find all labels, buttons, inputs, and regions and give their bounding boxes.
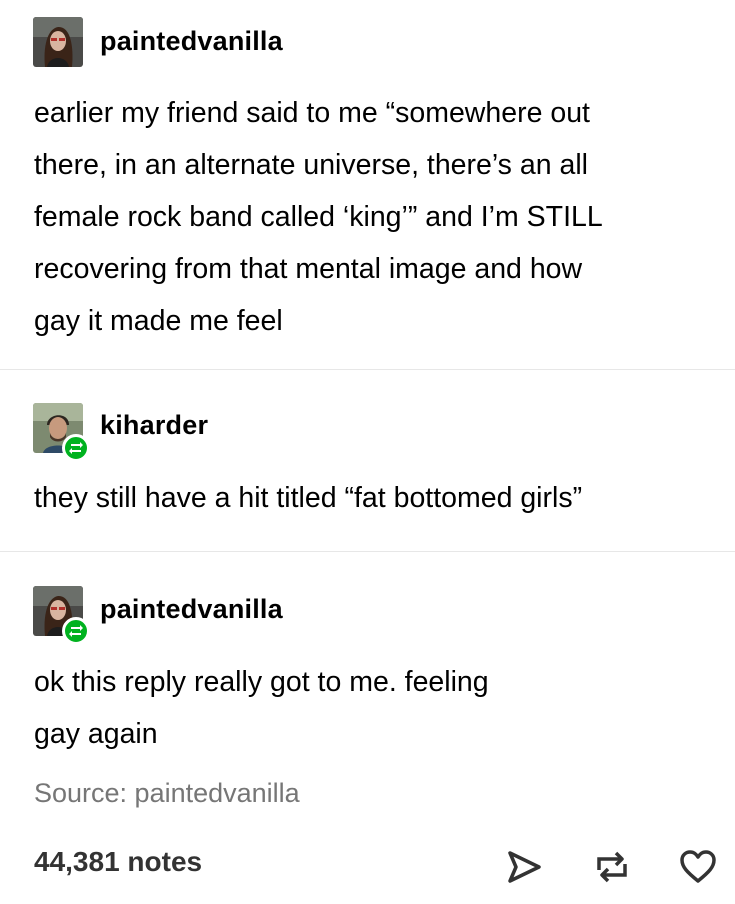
reblog-badge xyxy=(62,434,90,462)
post-text: ok this reply really got to me. feeling … xyxy=(34,656,724,760)
reblog-icon xyxy=(597,851,627,883)
avatar[interactable] xyxy=(33,17,83,67)
text-line: gay again xyxy=(34,718,158,750)
text-line: ok this reply really got to me. feeling xyxy=(34,666,489,698)
text-line: earlier my friend said to me “somewhere … xyxy=(34,97,590,129)
source-attribution[interactable]: Source: paintedvanilla xyxy=(34,778,300,809)
post-text: earlier my friend said to me “somewhere … xyxy=(34,87,724,347)
text-line: recovering from that mental image and ho… xyxy=(34,253,583,285)
post-text: they still have a hit titled “fat bottom… xyxy=(34,472,724,524)
text-line: gay it made me feel xyxy=(34,305,283,337)
reblog-icon xyxy=(69,625,83,637)
post-footer: 44,381 notes xyxy=(0,838,735,894)
reblog-icon xyxy=(69,442,83,454)
reblog-badge xyxy=(62,617,90,645)
post-username[interactable]: kiharder xyxy=(100,410,208,441)
divider xyxy=(0,551,735,552)
text-line: female rock band called ‘king’” and I’m … xyxy=(34,201,603,233)
post-username[interactable]: paintedvanilla xyxy=(100,594,283,625)
text-line: there, in an alternate universe, there’s… xyxy=(34,149,588,181)
avatar-image xyxy=(33,17,83,67)
share-icon xyxy=(508,851,541,883)
text-line: they still have a hit titled “fat bottom… xyxy=(34,482,583,514)
share-button[interactable] xyxy=(503,846,545,888)
reblog-button[interactable] xyxy=(591,846,633,888)
notes-count[interactable]: 44,381 notes xyxy=(34,846,202,878)
post-username[interactable]: paintedvanilla xyxy=(100,26,283,57)
divider xyxy=(0,369,735,370)
like-icon xyxy=(680,850,716,883)
like-button[interactable] xyxy=(677,846,719,888)
